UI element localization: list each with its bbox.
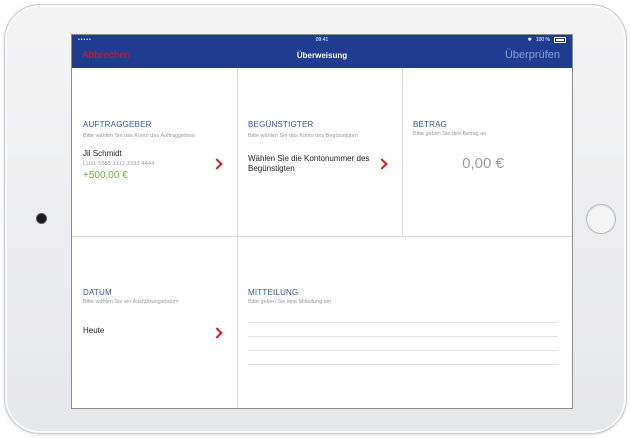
battery-icon	[554, 37, 566, 43]
review-button[interactable]: Überprüfen	[505, 49, 560, 61]
beneficiary-prompt: Wählen Sie die Kontonummer des Begünstig…	[248, 154, 370, 173]
account-holder-name: Jil Schmidt	[83, 149, 122, 158]
home-button[interactable]	[586, 204, 616, 234]
message-title: MITTEILUNG	[248, 288, 299, 297]
amount-input[interactable]: 0,00 €	[403, 155, 563, 172]
account-iban: LU11 5555 1111 3333 4444	[83, 161, 155, 167]
amount-panel: BETRAG Bitte geben Sie den Betrag an 0,0…	[403, 69, 572, 236]
bluetooth-icon: ✱	[527, 37, 532, 43]
ipad-frame: ••••• 09:41 ✱ 100 % Abbrechen Überweisun…	[4, 4, 627, 434]
message-line[interactable]	[248, 336, 558, 337]
app-screen: ••••• 09:41 ✱ 100 % Abbrechen Überweisun…	[71, 34, 573, 409]
date-panel[interactable]: DATUM Bitte wählen Sie ein Ausführungsda…	[72, 237, 237, 408]
account-balance: +500,00 €	[83, 170, 128, 181]
amount-title: BETRAG	[413, 120, 448, 129]
status-time: 09:41	[315, 37, 329, 43]
chevron-right-icon	[211, 158, 223, 170]
amount-subtitle: Bitte geben Sie den Betrag an	[413, 131, 487, 137]
beneficiary-panel[interactable]: BEGÜNSTIGTER Bitte wählen Sie das Konto …	[238, 69, 402, 236]
navigation-bar: ••••• 09:41 ✱ 100 % Abbrechen Überweisun…	[72, 35, 572, 68]
status-bar: ••••• 09:41 ✱ 100 %	[72, 35, 572, 45]
date-subtitle: Bitte wählen Sie ein Ausführungsdatum	[83, 299, 179, 305]
beneficiary-title: BEGÜNSTIGTER	[248, 120, 314, 129]
ordering-party-title: AUFTRAGGEBER	[83, 120, 152, 129]
chevron-right-icon	[376, 158, 388, 170]
page-title: Überweisung	[296, 51, 348, 60]
ordering-party-panel[interactable]: AUFTRAGGEBER Bitte wählen Sie das Konto …	[72, 69, 237, 236]
front-camera	[37, 214, 46, 223]
status-right: ✱ 100 %	[528, 35, 566, 45]
beneficiary-subtitle: Bitte wählen Sie das Konto des Begünstig…	[248, 133, 358, 139]
message-line[interactable]	[248, 322, 558, 323]
ordering-party-subtitle: Bitte wählen Sie das Konto des Auftragge…	[83, 133, 195, 139]
chevron-right-icon	[211, 327, 223, 339]
message-line[interactable]	[248, 364, 558, 365]
message-subtitle: Bitte geben Sie eine Mitteilung ein	[248, 299, 332, 305]
message-line[interactable]	[248, 350, 558, 351]
message-panel[interactable]: MITTEILUNG Bitte geben Sie eine Mitteilu…	[238, 237, 572, 408]
execution-date-value: Heute	[83, 326, 105, 335]
date-title: DATUM	[83, 288, 112, 297]
battery-percentage: 100 %	[535, 37, 550, 43]
